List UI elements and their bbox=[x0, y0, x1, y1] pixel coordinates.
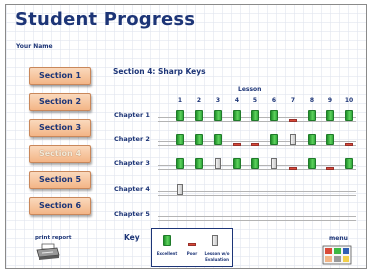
key-excellent-swatch bbox=[163, 235, 171, 246]
print-report-label[interactable]: print report bbox=[35, 235, 72, 241]
lesson-number-2: 2 bbox=[196, 97, 202, 104]
lesson-number-10: 10 bbox=[344, 97, 354, 104]
section-3-button[interactable]: Section 3 bbox=[29, 119, 91, 137]
menu-label[interactable]: menu bbox=[329, 235, 348, 242]
progress-mark-excellent bbox=[233, 158, 241, 169]
key-eval-text-1: Lesson w/o bbox=[204, 251, 230, 256]
progress-mark-excellent bbox=[176, 158, 184, 169]
chapter-row-line bbox=[158, 195, 356, 196]
lesson-number-5: 5 bbox=[252, 97, 258, 104]
chapter-row-line bbox=[158, 121, 356, 122]
key-label: Key bbox=[124, 233, 140, 242]
chapter-row-line bbox=[158, 220, 356, 221]
key-eval-text-2: Evaluation bbox=[205, 257, 229, 262]
progress-mark-excellent bbox=[176, 110, 184, 121]
lesson-number-9: 9 bbox=[327, 97, 333, 104]
lesson-number-4: 4 bbox=[234, 97, 240, 104]
progress-mark-poor bbox=[251, 143, 259, 146]
chapter-row-line bbox=[158, 216, 356, 217]
chapter-row-line bbox=[158, 191, 356, 192]
lesson-number-7: 7 bbox=[290, 97, 296, 104]
progress-mark-excellent bbox=[195, 158, 203, 169]
section-1-button[interactable]: Section 1 bbox=[29, 67, 91, 85]
lesson-heading: Lesson bbox=[238, 86, 262, 93]
chapter-label-4: Chapter 4 bbox=[114, 185, 150, 193]
progress-mark-excellent bbox=[308, 110, 316, 121]
section-heading: Section 4: Sharp Keys bbox=[113, 67, 206, 76]
printer-icon[interactable] bbox=[36, 243, 60, 265]
lesson-number-3: 3 bbox=[215, 97, 221, 104]
progress-mark-poor bbox=[326, 167, 334, 170]
progress-mark-poor bbox=[233, 143, 241, 146]
key-poor-text: Poor bbox=[186, 251, 198, 256]
section-5-button[interactable]: Section 5 bbox=[29, 171, 91, 189]
progress-mark-excellent bbox=[251, 158, 259, 169]
lesson-number-6: 6 bbox=[271, 97, 277, 104]
key-poor-swatch bbox=[188, 243, 196, 246]
progress-mark-poor bbox=[289, 119, 297, 122]
user-name-label: Your Name bbox=[16, 43, 53, 50]
chapter-label-2: Chapter 2 bbox=[114, 135, 150, 143]
page-title: Student Progress bbox=[15, 9, 196, 30]
chapter-label-1: Chapter 1 bbox=[114, 111, 150, 119]
progress-mark-eval bbox=[290, 134, 296, 145]
progress-mark-poor bbox=[345, 143, 353, 146]
section-6-button[interactable]: Section 6 bbox=[29, 197, 91, 215]
progress-mark-excellent bbox=[270, 110, 278, 121]
progress-mark-excellent bbox=[214, 110, 222, 121]
key-eval-swatch bbox=[212, 235, 218, 246]
progress-mark-excellent bbox=[251, 110, 259, 121]
progress-mark-excellent bbox=[195, 110, 203, 121]
progress-mark-excellent bbox=[345, 110, 353, 121]
progress-mark-excellent bbox=[345, 158, 353, 169]
progress-mark-eval bbox=[177, 184, 183, 195]
key-legend: Excellent Poor Lesson w/o Evaluation bbox=[151, 228, 233, 267]
progress-mark-excellent bbox=[308, 134, 316, 145]
lesson-number-8: 8 bbox=[309, 97, 315, 104]
progress-mark-excellent bbox=[308, 158, 316, 169]
progress-mark-excellent bbox=[326, 110, 334, 121]
chapter-label-5: Chapter 5 bbox=[114, 210, 150, 218]
menu-icon[interactable] bbox=[322, 245, 352, 268]
progress-mark-excellent bbox=[176, 134, 184, 145]
progress-mark-poor bbox=[289, 167, 297, 170]
key-excellent-text: Excellent bbox=[156, 251, 178, 256]
progress-mark-excellent bbox=[326, 134, 334, 145]
section-4-button[interactable]: Section 4 bbox=[29, 145, 91, 163]
lesson-number-1: 1 bbox=[177, 97, 183, 104]
progress-mark-excellent bbox=[270, 134, 278, 145]
progress-mark-eval bbox=[271, 158, 277, 169]
progress-mark-excellent bbox=[195, 134, 203, 145]
section-2-button[interactable]: Section 2 bbox=[29, 93, 91, 111]
progress-mark-eval bbox=[215, 158, 221, 169]
chapter-label-3: Chapter 3 bbox=[114, 159, 150, 167]
progress-panel: Student Progress Your Name Section 1 Sec… bbox=[5, 4, 367, 269]
progress-mark-excellent bbox=[233, 110, 241, 121]
progress-mark-excellent bbox=[214, 134, 222, 145]
